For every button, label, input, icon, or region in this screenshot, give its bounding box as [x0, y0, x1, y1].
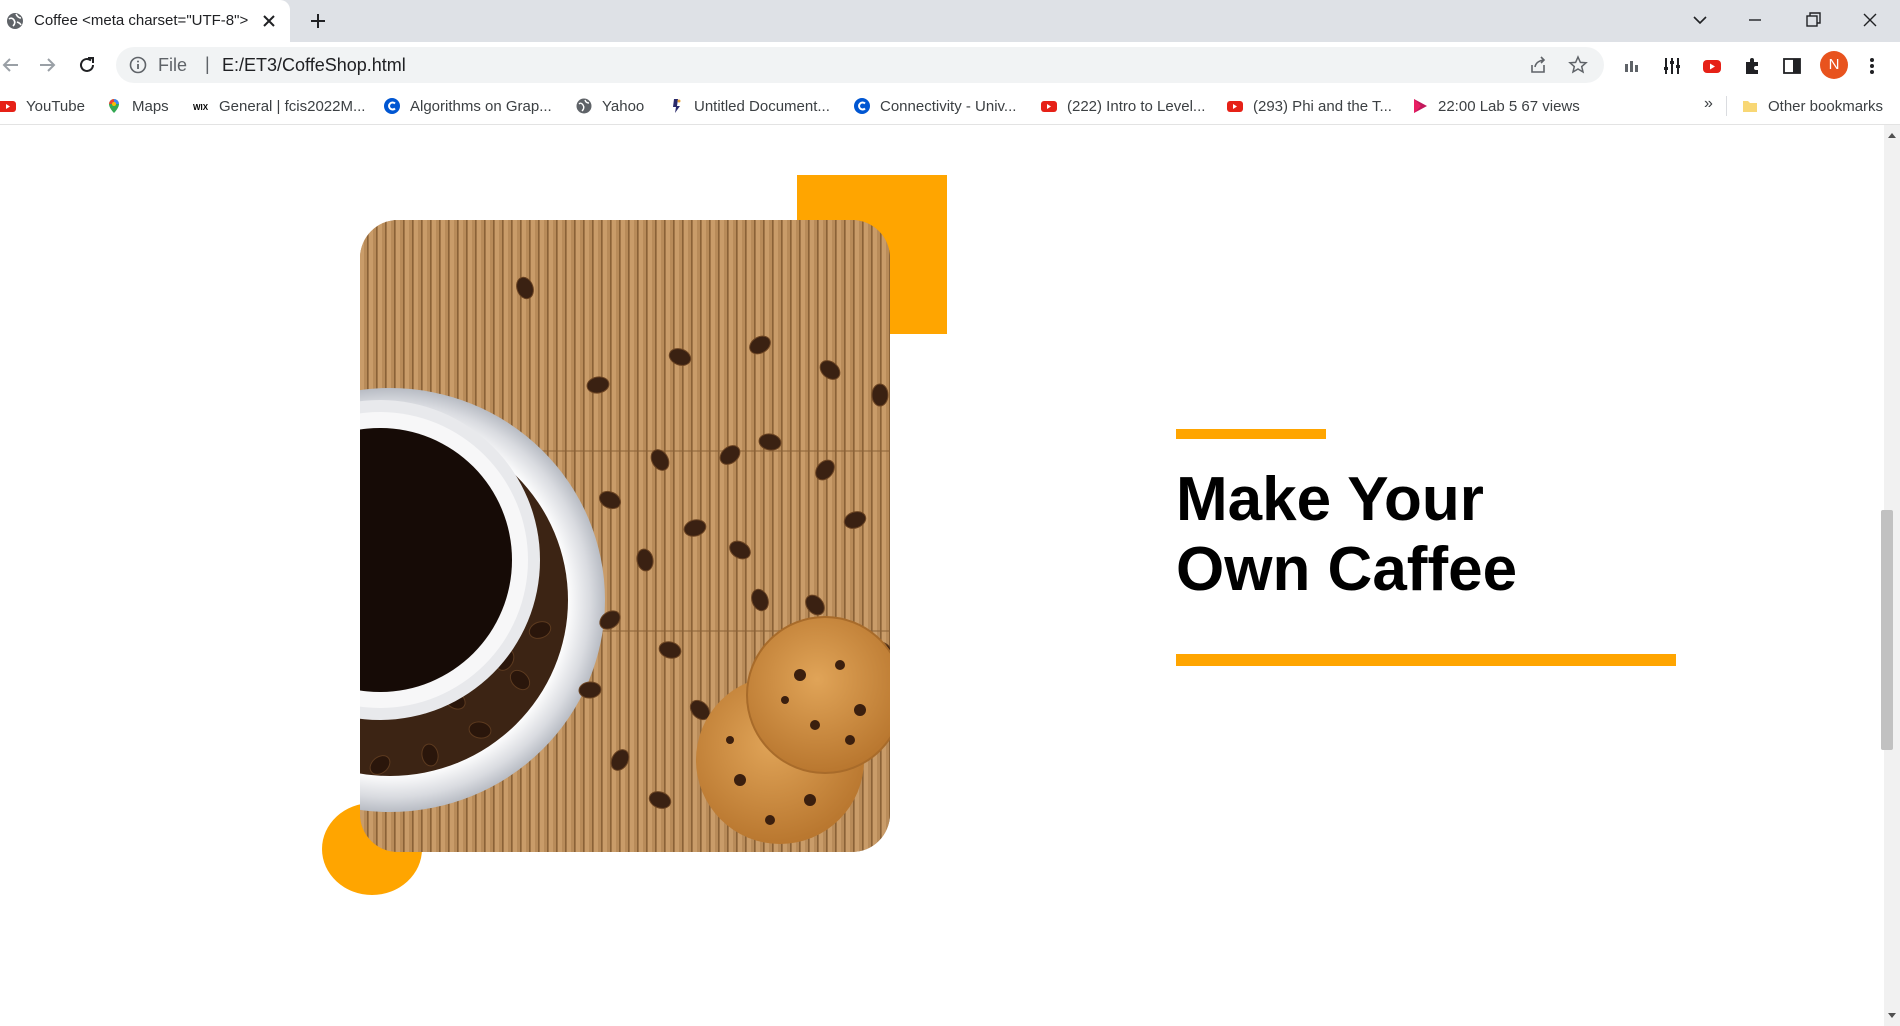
bookmark-algorithms[interactable]: Algorithms on Grap... — [384, 88, 552, 124]
wix-icon: WIX — [193, 103, 209, 112]
bookmark-label: Maps — [132, 97, 169, 115]
reload-icon[interactable] — [76, 54, 98, 76]
profile-avatar[interactable]: N — [1820, 51, 1848, 79]
bookmark-connectivity[interactable]: Connectivity - Univ... — [854, 88, 1016, 124]
bookmarks-overflow[interactable]: » — [1704, 95, 1713, 113]
youtube-extension-icon[interactable] — [1702, 56, 1722, 76]
scroll-up-arrow-icon[interactable] — [1887, 131, 1897, 139]
browser-tab[interactable]: Coffee <meta charset="UTF-8"> — [0, 0, 290, 42]
bookmarks-divider — [1726, 96, 1727, 116]
globe-icon — [576, 98, 592, 114]
address-bar[interactable]: File | E:/ET3/CoffeShop.html — [116, 47, 1604, 83]
bookmark-lab5[interactable]: 22:00 Lab 5 67 views — [1412, 88, 1580, 124]
youtube-icon — [1227, 101, 1243, 112]
close-icon[interactable] — [262, 14, 276, 28]
bookmark-label: (222) Intro to Level... — [1067, 97, 1206, 115]
svg-text:WIX: WIX — [193, 103, 209, 112]
browser-toolbar: File | E:/ET3/CoffeShop.html N — [0, 42, 1900, 88]
maps-icon — [109, 99, 119, 113]
bookmark-other[interactable]: Other bookmarks — [1742, 88, 1883, 124]
extension-bars-icon[interactable] — [1622, 56, 1642, 76]
folder-icon — [1743, 101, 1757, 112]
bookmark-label: Yahoo — [602, 97, 645, 115]
restore-icon[interactable] — [1803, 10, 1823, 30]
kebab-menu-icon[interactable] — [1862, 56, 1882, 76]
bookmark-star-icon[interactable] — [1568, 55, 1588, 75]
scrollbar-thumb[interactable] — [1881, 510, 1893, 750]
side-panel-icon[interactable] — [1782, 56, 1802, 76]
url-text[interactable]: E:/ET3/CoffeShop.html — [222, 55, 406, 76]
tab-search-icon[interactable] — [1690, 10, 1710, 30]
bookmark-wix[interactable]: WIX General | fcis2022M... — [193, 88, 365, 124]
url-scheme: File — [158, 55, 188, 75]
bookmark-intro-to-level[interactable]: (222) Intro to Level... — [1041, 88, 1205, 124]
tab-strip: Coffee <meta charset="UTF-8"> — [0, 0, 1900, 42]
bookmark-label: General | fcis2022M... — [219, 97, 366, 115]
hero-accent-bar-top — [1176, 429, 1326, 439]
bookmark-youtube[interactable]: YouTube — [0, 88, 85, 124]
hero-title: Make Your Own Caffee — [1176, 465, 1676, 605]
document-icon — [673, 99, 681, 113]
globe-icon — [7, 13, 23, 29]
bookmark-label: (293) Phi and the T... — [1253, 97, 1392, 115]
coffee-photo — [360, 220, 890, 852]
window-close-icon[interactable] — [1860, 10, 1880, 30]
youtube-icon — [0, 101, 16, 112]
scroll-down-arrow-icon[interactable] — [1887, 1012, 1897, 1020]
minimize-icon[interactable] — [1745, 10, 1765, 30]
hero-title-line-2: Own Caffee — [1176, 535, 1518, 604]
extensions-puzzle-icon[interactable] — [1742, 56, 1762, 76]
hero-title-line-1: Make Your — [1176, 465, 1484, 534]
bookmarks-bar: YouTube Maps WIX General | fcis2022M... … — [0, 88, 1900, 125]
coursera-icon — [854, 98, 870, 114]
info-icon[interactable] — [129, 56, 147, 74]
bookmark-label: Algorithms on Grap... — [410, 97, 552, 115]
forward-icon[interactable] — [36, 54, 58, 76]
bookmark-label: YouTube — [26, 97, 85, 115]
bookmark-maps[interactable]: Maps — [106, 88, 169, 124]
back-icon[interactable] — [0, 54, 22, 76]
bookmark-label: Other bookmarks — [1768, 97, 1884, 115]
bookmark-label: Connectivity - Univ... — [880, 97, 1017, 115]
bookmark-label: Untitled Document... — [694, 97, 830, 115]
coursera-icon — [384, 98, 400, 114]
bookmark-phi[interactable]: (293) Phi and the T... — [1227, 88, 1392, 124]
hero-accent-bar-bottom — [1176, 654, 1676, 666]
share-icon[interactable] — [1528, 55, 1548, 75]
play-icon — [1414, 99, 1427, 113]
bookmark-untitled[interactable]: Untitled Document... — [668, 88, 830, 124]
bookmark-yahoo[interactable]: Yahoo — [576, 88, 644, 124]
page-viewport: Make Your Own Caffee — [0, 125, 1884, 1026]
tab-title: Coffee <meta charset="UTF-8"> — [34, 12, 249, 29]
bookmark-label: 22:00 Lab 5 67 views — [1438, 97, 1580, 115]
youtube-icon — [1041, 101, 1057, 112]
new-tab-icon[interactable] — [309, 12, 327, 30]
equalizer-icon[interactable] — [1662, 56, 1682, 76]
url-separator: | — [205, 54, 210, 74]
